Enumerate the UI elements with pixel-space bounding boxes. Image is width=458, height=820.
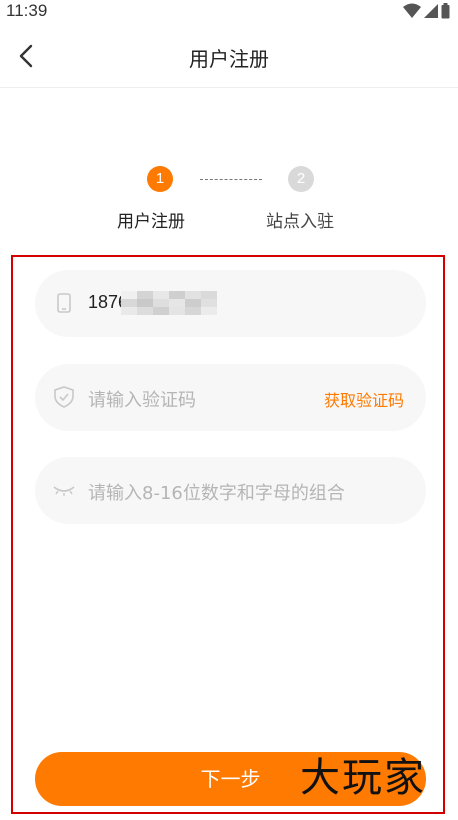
get-code-button[interactable]: 获取验证码 (324, 387, 404, 411)
status-icons (403, 3, 450, 19)
step-2-label: 站点入驻 (266, 212, 334, 232)
eye-closed-icon[interactable] (53, 479, 75, 501)
registration-steps: 1 2 用户注册 站点入驻 (0, 160, 458, 240)
wifi-icon (403, 3, 421, 18)
shield-icon (53, 386, 75, 408)
title-bar: 用户注册 (0, 26, 458, 88)
verification-code-field[interactable]: 请输入验证码 获取验证码 (35, 364, 426, 431)
step-1-indicator: 1 (147, 166, 173, 192)
step-2-indicator: 2 (288, 166, 314, 192)
watermark: 大玩家 (300, 755, 426, 801)
verification-code-input[interactable]: 请输入验证码 (88, 386, 196, 412)
password-field[interactable]: 请输入8-16位数字和字母的组合 (35, 457, 426, 524)
page-title: 用户注册 (189, 47, 269, 71)
password-input[interactable]: 请输入8-16位数字和字母的组合 (88, 479, 345, 505)
phone-number-mosaic (121, 291, 217, 315)
phone-field[interactable]: 1876 (35, 270, 426, 337)
step-1-label: 用户注册 (117, 212, 185, 232)
step-connector (200, 179, 262, 180)
status-bar: 11:39 (0, 0, 458, 26)
signal-icon (424, 4, 438, 18)
battery-icon (441, 3, 450, 19)
phone-icon (53, 292, 75, 314)
form-highlight-frame (11, 255, 445, 814)
status-time: 11:39 (6, 1, 48, 20)
